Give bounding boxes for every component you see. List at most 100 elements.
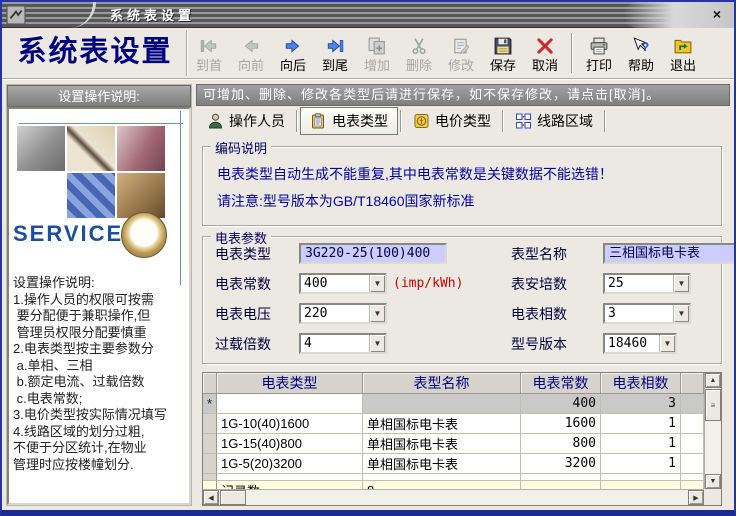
person-icon: [208, 113, 223, 129]
scroll-down-icon[interactable]: ▼: [705, 474, 721, 489]
dropdown-arrow-icon[interactable]: ▼: [369, 335, 385, 353]
grid-header-meter-type[interactable]: 电表类型: [217, 373, 363, 394]
grid-cell[interactable]: 单相国标电卡表: [363, 414, 521, 434]
grid-header-model-name[interactable]: 表型名称: [363, 373, 521, 394]
tab-operators[interactable]: 操作人员: [198, 108, 294, 134]
delete-button[interactable]: 删除: [398, 30, 440, 76]
dropdown-arrow-icon[interactable]: ▼: [659, 335, 675, 353]
scroll-up-icon[interactable]: ▲: [705, 373, 721, 388]
scroll-right-icon[interactable]: ▶: [688, 490, 704, 505]
next-record-icon: [283, 34, 303, 58]
next-button[interactable]: 向后: [272, 30, 314, 76]
modify-button[interactable]: 修改: [440, 30, 482, 76]
grid-cell[interactable]: 1G-5(20)3200: [217, 454, 363, 474]
grid-cell[interactable]: 1G-10(40)1600: [217, 414, 363, 434]
tab-line-regions[interactable]: 线路区域: [506, 108, 602, 134]
exit-button[interactable]: 退出: [662, 30, 704, 76]
record-count-label: 记录数: [217, 481, 363, 489]
toolbar: 系统表设置 到首 向前 向后 到尾 增加 删除 修改 保存 取消 打印 ? 帮助…: [2, 28, 734, 80]
vertical-scroll-track[interactable]: [705, 422, 721, 474]
model-name-field[interactable]: 三相国标电卡表: [603, 243, 734, 265]
coding-note-group: 编码说明 电表类型自动生成不能重复,其中电表常数是关键数据不能选错！ 请注意:型…: [202, 138, 722, 227]
grid-cell: [681, 414, 704, 434]
titlebar: 系统表设置 ×: [2, 2, 734, 28]
service-text: SERVICE: [13, 221, 124, 246]
grid-cell[interactable]: [217, 394, 363, 414]
dropdown-arrow-icon[interactable]: ▼: [369, 275, 385, 293]
version-combobox[interactable]: 18460 ▼: [603, 333, 677, 355]
service-collage: SERVICE: [9, 109, 189, 285]
scroll-left-icon[interactable]: ◀: [203, 490, 219, 505]
toolbar-button-label: 到尾: [321, 57, 348, 73]
grid-cell[interactable]: 单相国标电卡表: [363, 434, 521, 454]
instructions-text: 设置操作说明: 1.操作人员的权限可按需 要分配便于兼职操作,但 管理员权限分配…: [13, 275, 167, 472]
toolbar-button-label: 向前: [237, 57, 264, 73]
grid-row[interactable]: 1G-5(20)3200 单相国标电卡表 3200 1: [203, 454, 704, 474]
dropdown-arrow-icon[interactable]: ▼: [673, 275, 689, 293]
grid-cell[interactable]: 800: [521, 434, 601, 454]
cancel-button[interactable]: 取消: [524, 30, 566, 76]
tab-meter-types[interactable]: 电表类型: [300, 107, 398, 135]
tab-separator: [604, 110, 606, 132]
horizontal-scroll-track[interactable]: [247, 490, 688, 505]
notice-bar: 可增加、删除、修改各类型后请进行保存，如不保存修改，请点击[取消]。: [196, 84, 730, 106]
toolbar-button-label: 向后: [279, 57, 306, 73]
grid-cell[interactable]: 单相国标电卡表: [363, 454, 521, 474]
save-button[interactable]: 保存: [482, 30, 524, 76]
collage-line-vertical: [180, 111, 181, 285]
close-button[interactable]: ×: [706, 6, 728, 24]
voltage-label: 电表电压: [215, 305, 271, 322]
dropdown-arrow-icon[interactable]: ▼: [673, 305, 689, 323]
ampere-combobox[interactable]: 25 ▼: [603, 273, 691, 295]
horizontal-scroll-thumb[interactable]: [220, 490, 246, 505]
grid-cell[interactable]: 3200: [521, 454, 601, 474]
print-button[interactable]: 打印: [578, 30, 620, 76]
grid-cell[interactable]: 1: [601, 414, 681, 434]
grid-row[interactable]: 1G-10(40)1600 单相国标电卡表 1600 1: [203, 414, 704, 434]
grid-horizontal-scrollbar[interactable]: ◀ ▶: [203, 489, 704, 505]
grid-cell[interactable]: 400: [521, 394, 601, 414]
constant-unit: (imp/kWh): [393, 276, 464, 292]
dropdown-arrow-icon[interactable]: ▼: [369, 305, 385, 323]
toolbar-button-label: 打印: [585, 57, 612, 73]
grid-cell[interactable]: 1: [601, 454, 681, 474]
row-selector[interactable]: [203, 414, 217, 434]
last-button[interactable]: 到尾: [314, 30, 356, 76]
coin-icon: [414, 114, 429, 128]
overload-combobox[interactable]: 4 ▼: [299, 333, 387, 355]
help-button[interactable]: ? 帮助: [620, 30, 662, 76]
version-label: 型号版本: [511, 335, 567, 352]
grid-cell[interactable]: 1: [601, 434, 681, 454]
svg-text:?: ?: [642, 40, 650, 54]
row-selector[interactable]: [203, 434, 217, 454]
grid-header-row: 电表类型 表型名称 电表常数 电表相数: [203, 373, 704, 394]
grid-header-phase[interactable]: 电表相数: [601, 373, 681, 394]
tab-price-types[interactable]: 电价类型: [404, 108, 500, 134]
phase-combobox[interactable]: 3 ▼: [603, 303, 691, 325]
prev-button[interactable]: 向前: [230, 30, 272, 76]
grid-header-constant[interactable]: 电表常数: [521, 373, 601, 394]
constant-combobox[interactable]: 400 ▼: [299, 273, 387, 295]
add-button[interactable]: 增加: [356, 30, 398, 76]
grid-cell[interactable]: [363, 394, 521, 414]
meter-type-field[interactable]: 3G220-25(100)400: [299, 243, 447, 265]
coding-note-title: 编码说明: [211, 138, 272, 157]
grid-row[interactable]: 1G-15(40)800 单相国标电卡表 800 1: [203, 434, 704, 454]
vertical-scroll-thumb[interactable]: ≡: [705, 389, 721, 421]
grid-cell[interactable]: 3: [601, 394, 681, 414]
first-button[interactable]: 到首: [188, 30, 230, 76]
grid-cell[interactable]: 1600: [521, 414, 601, 434]
grid-cell[interactable]: 1G-15(40)800: [217, 434, 363, 454]
grid-new-row[interactable]: * 400 3: [203, 394, 704, 414]
window-title: 系统表设置: [110, 8, 196, 23]
coding-note-line2: 请注意:型号版本为GB/T18460国家新标准: [217, 193, 475, 209]
page-title: 系统表设置: [4, 30, 188, 76]
app-window: 系统表设置 × 系统表设置 到首 向前 向后 到尾 增加 删除 修改 保存 取消…: [0, 0, 736, 516]
ampere-label: 表安培数: [511, 275, 567, 292]
floppy-disk-icon: [493, 34, 513, 58]
overload-label: 过载倍数: [215, 335, 271, 352]
row-selector[interactable]: [203, 454, 217, 474]
first-record-icon: [199, 34, 219, 58]
grid-vertical-scrollbar[interactable]: ▲ ≡ ▼: [704, 373, 721, 489]
voltage-combobox[interactable]: 220 ▼: [299, 303, 387, 325]
